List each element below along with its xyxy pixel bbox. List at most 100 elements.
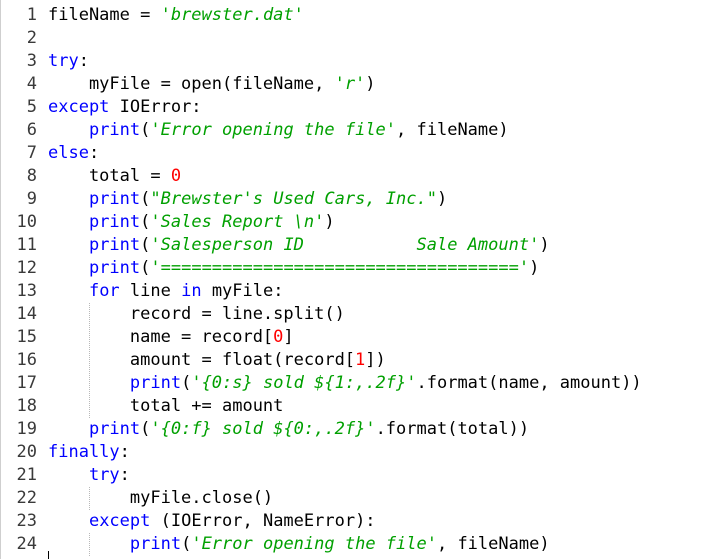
line-number: 10 xyxy=(16,212,37,232)
line-number: 22 xyxy=(16,488,37,508)
code-token: line xyxy=(119,281,182,301)
code-token: in xyxy=(181,281,202,301)
code-line[interactable]: 17 print('{0:s} sold ${1:,.2f}' .format(n… xyxy=(1,372,642,395)
code-token: '{0:f} sold ${0:,.2f}' xyxy=(150,419,376,439)
code-token: ]) xyxy=(365,350,386,370)
code-token: : xyxy=(88,143,100,163)
code-line[interactable]: 24 print('Error opening the file', fileN… xyxy=(1,533,550,556)
code-line[interactable]: 1 fileName = 'brewster.dat' xyxy=(1,4,304,27)
code-token: record = line.split() xyxy=(48,304,345,324)
code-token: , fileName) xyxy=(436,534,550,554)
code-line[interactable]: 14 record = line.split() xyxy=(1,303,345,326)
code-token: 'Error opening the file' xyxy=(191,534,437,554)
line-number: 16 xyxy=(16,350,37,370)
code-line[interactable]: 7 else: xyxy=(1,142,99,165)
code-token: total += amount xyxy=(48,396,284,416)
line-number: 17 xyxy=(16,373,37,393)
indent-guide xyxy=(88,533,90,556)
code-token: ( xyxy=(140,212,151,232)
code-editor[interactable]: 1 fileName = 'brewster.dat' 2 3 try:4 myFile… xyxy=(0,0,716,559)
code-line[interactable]: 12 print('==============================… xyxy=(1,257,540,280)
code-token: 'Error opening the file' xyxy=(150,120,397,140)
code-token: except xyxy=(88,511,151,531)
code-line[interactable]: 2 xyxy=(1,27,48,50)
code-token: 'Salesperson ID Sale Amount' xyxy=(150,235,540,255)
code-token: fileName = xyxy=(48,5,161,25)
code-token: 1 xyxy=(355,350,366,370)
code-token: ) xyxy=(529,258,540,278)
code-token: print xyxy=(88,212,141,232)
line-number: 5 xyxy=(26,97,37,117)
line-number: 23 xyxy=(16,511,37,531)
code-token: : xyxy=(119,465,130,485)
code-token: ) xyxy=(324,212,335,232)
code-line[interactable]: 22 myFile.close() xyxy=(1,487,274,510)
line-number: 2 xyxy=(26,28,37,48)
code-line[interactable]: 19 print('{0:f} sold ${0:,.2f}' .format(t… xyxy=(1,418,530,441)
line-number: 8 xyxy=(26,166,37,186)
line-number: 12 xyxy=(16,258,37,278)
line-number: 1 xyxy=(26,5,37,25)
code-line[interactable]: 3 try: xyxy=(1,50,89,73)
code-token: ( xyxy=(181,373,192,393)
code-token: print xyxy=(129,373,182,393)
code-token: ( xyxy=(140,419,151,439)
code-token: name = record[ xyxy=(48,327,274,347)
code-token: try xyxy=(48,51,79,71)
line-number: 4 xyxy=(26,74,37,94)
code-line[interactable]: 13 for line in myFile: xyxy=(1,280,284,303)
code-token: ( xyxy=(140,189,151,209)
code-token: : xyxy=(78,51,89,71)
code-token: ] xyxy=(283,327,294,347)
code-line[interactable]: 11 print('Salesperson ID Sale Amount') xyxy=(1,234,550,257)
code-token: "Brewster's Used Cars, Inc." xyxy=(150,189,437,209)
code-token: ) xyxy=(539,235,550,255)
code-line[interactable]: 18 total += amount xyxy=(1,395,284,418)
line-number: 6 xyxy=(26,120,37,140)
code-token: finally xyxy=(48,442,120,462)
code-line[interactable]: 5 except IOError: xyxy=(1,96,202,119)
indent-guide xyxy=(88,303,90,418)
code-token: except xyxy=(48,97,110,117)
code-line[interactable]: 8 total = 0 xyxy=(1,165,181,188)
line-number: 14 xyxy=(16,304,37,324)
code-token: 'brewster.dat' xyxy=(160,5,304,25)
code-token: ) xyxy=(365,74,376,94)
line-number: 13 xyxy=(16,281,37,301)
line-number: 21 xyxy=(16,465,37,485)
code-line[interactable]: 9 print("Brewster's Used Cars, Inc.") xyxy=(1,188,447,211)
code-line[interactable]: 10 print('Sales Report \n') xyxy=(1,211,335,234)
line-number: 7 xyxy=(26,143,37,163)
line-number: 15 xyxy=(16,327,37,347)
code-line[interactable]: 15 name = record[0] xyxy=(1,326,294,349)
code-line[interactable]: 23 except (IOError, NameError): xyxy=(1,510,376,533)
code-token: ( xyxy=(140,120,151,140)
code-token: : xyxy=(119,442,130,462)
code-token: .format(total)) xyxy=(375,419,530,439)
code-token: 'Sales Report \n' xyxy=(150,212,325,232)
line-number: 3 xyxy=(26,51,37,71)
code-token: print xyxy=(88,189,141,209)
code-token: myFile: xyxy=(201,281,284,301)
line-number: 9 xyxy=(26,189,37,209)
line-number: 19 xyxy=(16,419,37,439)
code-line[interactable]: 21 try: xyxy=(1,464,130,487)
code-token: , fileName) xyxy=(396,120,509,140)
code-token: ( xyxy=(140,235,151,255)
code-line[interactable]: 20 finally: xyxy=(1,441,130,464)
code-token: for xyxy=(88,281,120,301)
code-token: '{0:s} sold ${1:,.2f}' xyxy=(191,373,417,393)
code-line[interactable]: 6 print('Error opening the file', fileNa… xyxy=(1,119,509,142)
code-token: 0 xyxy=(273,327,284,347)
text-cursor xyxy=(48,551,49,559)
code-line[interactable]: 16 amount = float(record[1]) xyxy=(1,349,386,372)
code-line[interactable]: 4 myFile = open(fileName, 'r') xyxy=(1,73,376,96)
code-token: 'r' xyxy=(334,74,366,94)
